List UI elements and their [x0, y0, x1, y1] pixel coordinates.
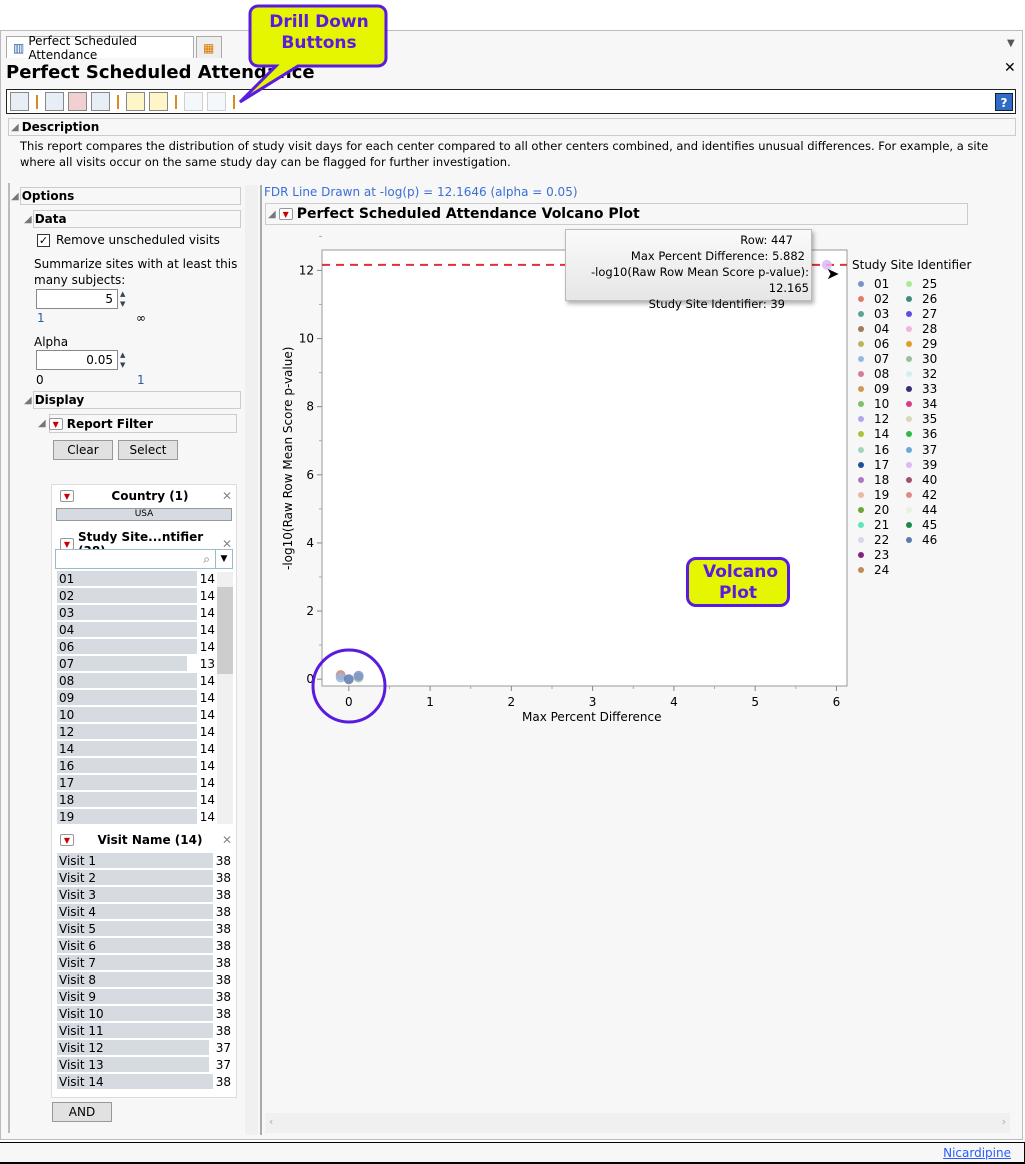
highlight-circle	[311, 648, 387, 724]
drill-callout-text: Drill Down Buttons	[269, 12, 369, 53]
callout-shapes	[238, 4, 388, 724]
volcano-callout: Volcano Plot	[686, 557, 790, 607]
